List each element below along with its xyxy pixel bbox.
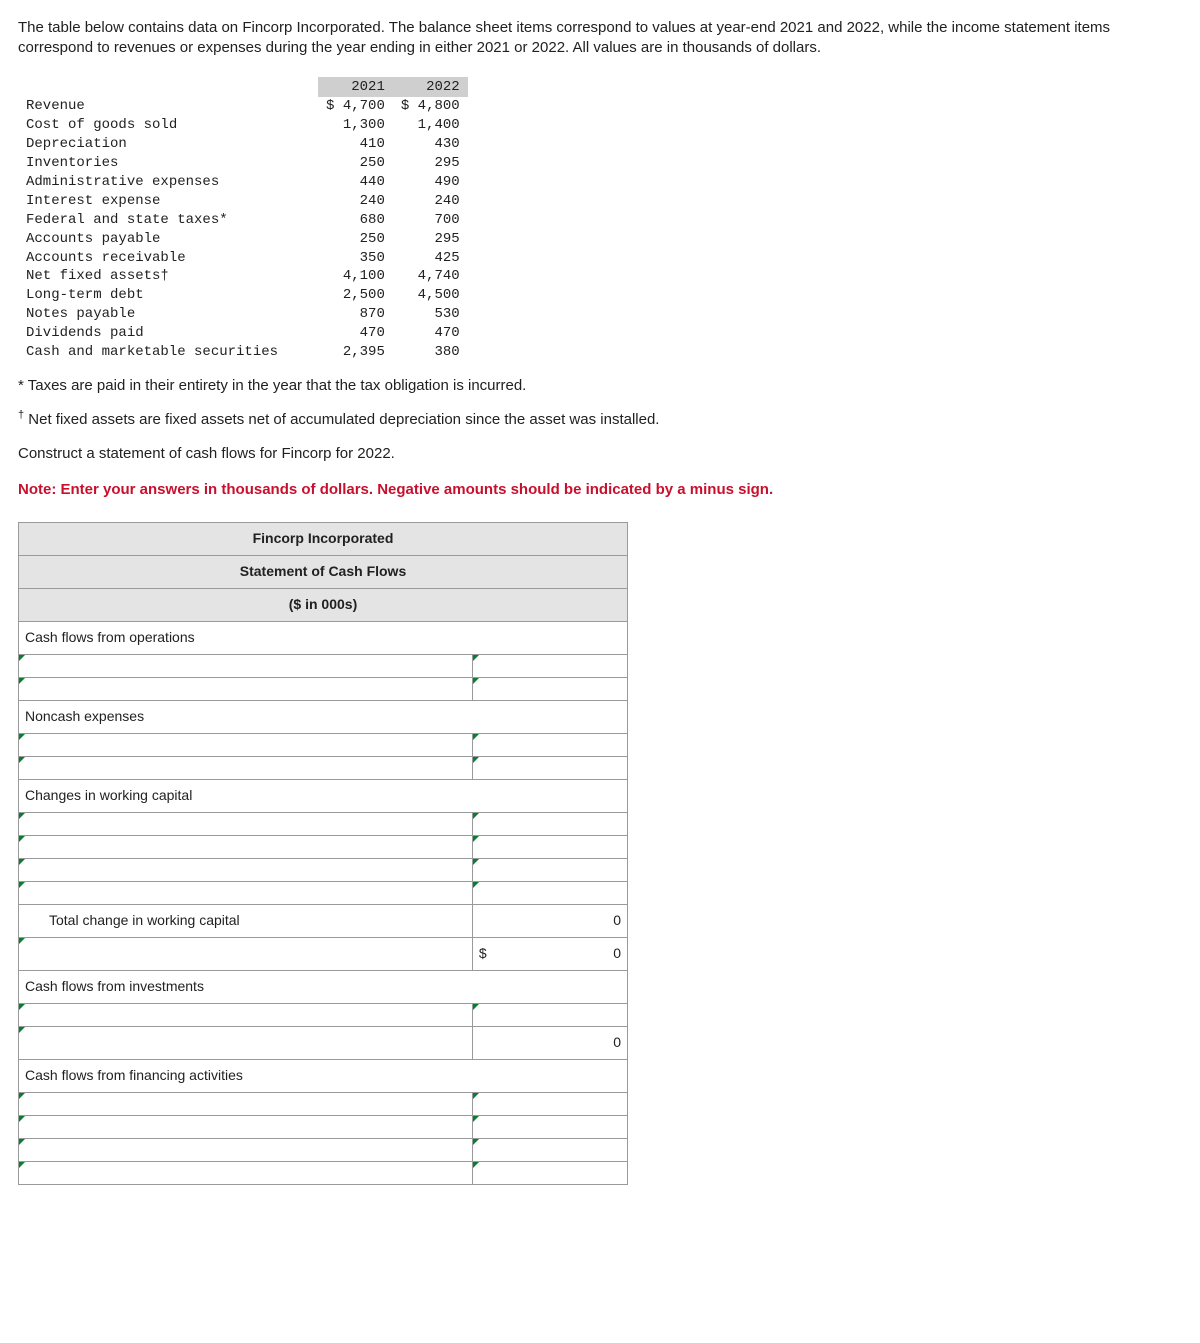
footnote-taxes: * Taxes are paid in their entirety in th… <box>18 376 1182 396</box>
noncash-line-label-input[interactable] <box>19 756 473 779</box>
section-investments: Cash flows from investments <box>19 970 628 1003</box>
ops-subtotal-label-input[interactable] <box>19 937 473 970</box>
intro-text: The table below contains data on Fincorp… <box>18 18 1182 59</box>
table-row: Administrative expenses440490 <box>18 173 468 192</box>
ops-line-label-input[interactable] <box>19 654 473 677</box>
inv-line-value-input[interactable] <box>472 1003 627 1026</box>
instruction-note: Note: Enter your answers in thousands of… <box>18 480 1182 500</box>
section-financing: Cash flows from financing activities <box>19 1059 628 1092</box>
table-row: Notes payable870530 <box>18 305 468 324</box>
table-row: Dividends paid470470 <box>18 324 468 343</box>
ops-line-value-input[interactable] <box>472 654 627 677</box>
cf-title-units: ($ in 000s) <box>19 588 628 621</box>
wc-line-label-input[interactable] <box>19 858 473 881</box>
noncash-line-value-input[interactable] <box>472 733 627 756</box>
table-row: Inventories250295 <box>18 154 468 173</box>
fin-line-value-input[interactable] <box>472 1092 627 1115</box>
fin-line-label-input[interactable] <box>19 1115 473 1138</box>
ops-line-label-input[interactable] <box>19 677 473 700</box>
ops-line-value-input[interactable] <box>472 677 627 700</box>
table-row: Interest expense240240 <box>18 192 468 211</box>
instruction-text: Construct a statement of cash flows for … <box>18 444 1182 464</box>
table-row: Cash and marketable securities2,395380 <box>18 343 468 362</box>
wc-line-value-input[interactable] <box>472 858 627 881</box>
fin-line-label-input[interactable] <box>19 1138 473 1161</box>
inv-line-label-input[interactable] <box>19 1003 473 1026</box>
inv-subtotal-value: 0 <box>472 1026 627 1059</box>
section-operations: Cash flows from operations <box>19 621 628 654</box>
inv-line-label-input[interactable] <box>19 1026 473 1059</box>
financial-data-table: 2021 2022 Revenue$ 4,700$ 4,800 Cost of … <box>18 77 468 362</box>
cash-flow-table: Fincorp Incorporated Statement of Cash F… <box>18 522 628 1185</box>
wc-line-label-input[interactable] <box>19 835 473 858</box>
table-row: Accounts payable250295 <box>18 230 468 249</box>
table-row: Net fixed assets†4,1004,740 <box>18 267 468 286</box>
fin-line-label-input[interactable] <box>19 1161 473 1184</box>
fin-line-label-input[interactable] <box>19 1092 473 1115</box>
col-2021: 2021 <box>318 77 393 98</box>
section-noncash: Noncash expenses <box>19 700 628 733</box>
wc-line-label-input[interactable] <box>19 812 473 835</box>
total-wc-label: Total change in working capital <box>19 904 473 937</box>
fin-line-value-input[interactable] <box>472 1161 627 1184</box>
wc-line-value-input[interactable] <box>472 835 627 858</box>
table-row: Accounts receivable350425 <box>18 249 468 268</box>
col-2022: 2022 <box>393 77 468 98</box>
footnote-assets: † Net fixed assets are fixed assets net … <box>18 408 1182 430</box>
wc-line-label-input[interactable] <box>19 881 473 904</box>
noncash-line-label-input[interactable] <box>19 733 473 756</box>
ops-subtotal-value: $0 <box>472 937 627 970</box>
wc-line-value-input[interactable] <box>472 881 627 904</box>
table-row: Cost of goods sold1,3001,400 <box>18 116 468 135</box>
col-blank <box>18 77 318 98</box>
cf-title-statement: Statement of Cash Flows <box>19 555 628 588</box>
table-row: Long-term debt2,5004,500 <box>18 286 468 305</box>
fin-line-value-input[interactable] <box>472 1115 627 1138</box>
section-working-capital: Changes in working capital <box>19 779 628 812</box>
noncash-line-value-input[interactable] <box>472 756 627 779</box>
wc-line-value-input[interactable] <box>472 812 627 835</box>
total-wc-value: 0 <box>472 904 627 937</box>
fin-line-value-input[interactable] <box>472 1138 627 1161</box>
cf-title-company: Fincorp Incorporated <box>19 522 628 555</box>
table-row: Depreciation410430 <box>18 135 468 154</box>
table-row: Revenue$ 4,700$ 4,800 <box>18 97 468 116</box>
table-row: Federal and state taxes*680700 <box>18 211 468 230</box>
